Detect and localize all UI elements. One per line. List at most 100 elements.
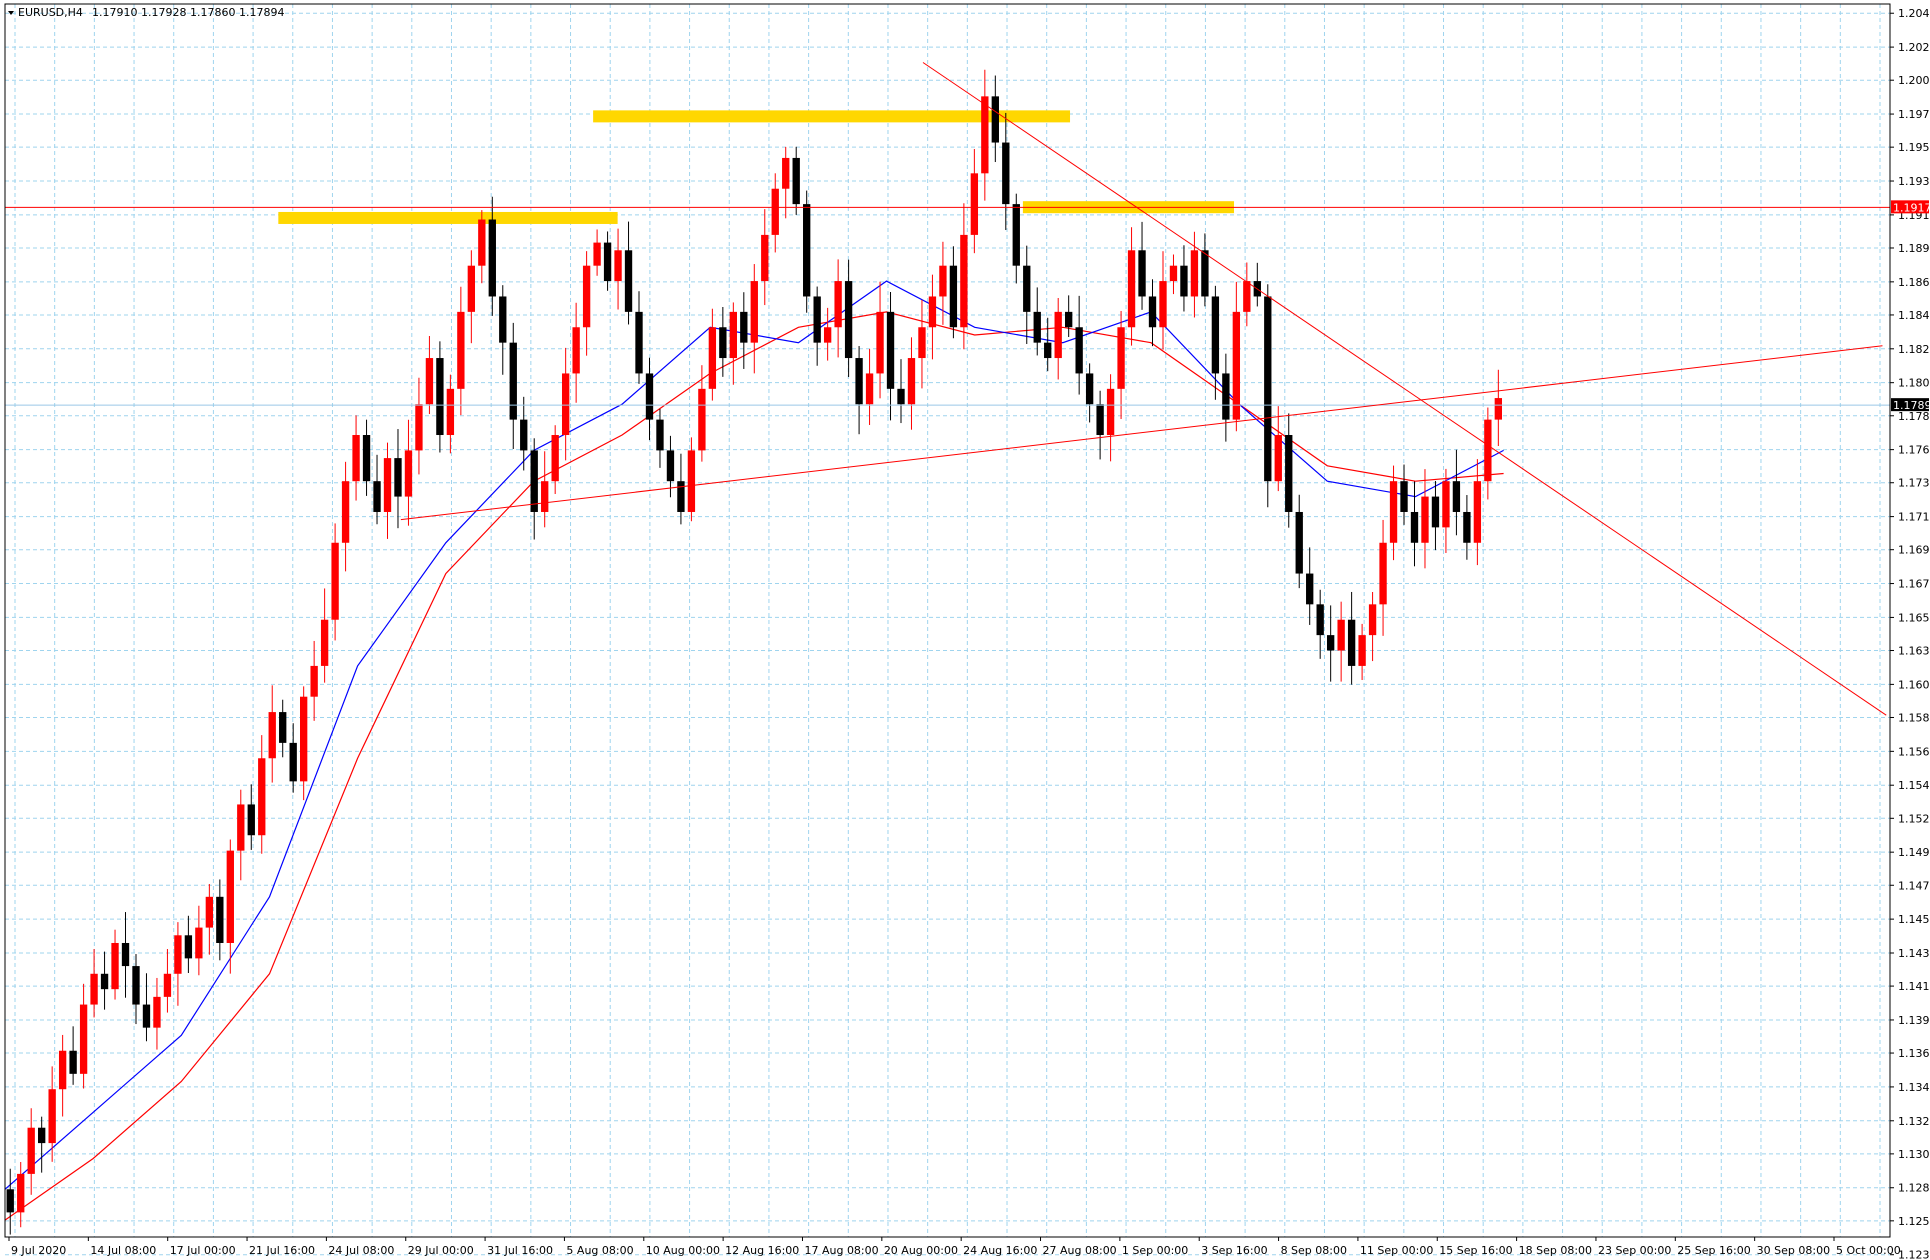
candle-body — [509, 342, 517, 420]
candle-body — [331, 542, 339, 620]
candle-body — [1410, 511, 1419, 543]
time-tick-label: 17 Jul 00:00 — [170, 1244, 236, 1257]
candle-body — [132, 966, 140, 1005]
candle-body — [1201, 250, 1209, 297]
candle-body — [237, 804, 245, 851]
candle-body — [1337, 619, 1345, 651]
candle-body — [708, 327, 717, 389]
price-tick-label: 1.13900 — [1898, 1014, 1930, 1027]
candle-body — [478, 219, 486, 266]
candle-body — [782, 157, 790, 189]
hline-price-tag-label: 1.19179 — [1893, 201, 1930, 214]
price-tick-label: 1.14775 — [1898, 879, 1930, 892]
candle-body — [1306, 573, 1314, 605]
candle-body — [1243, 281, 1251, 312]
candle-body — [1232, 311, 1241, 420]
candle-body — [530, 450, 538, 512]
price-tick-label: 1.15210 — [1898, 812, 1930, 825]
candle-body — [561, 373, 570, 436]
candle-body — [457, 311, 465, 389]
time-tick-label: 18 Sep 08:00 — [1519, 1244, 1592, 1257]
candle-body — [593, 242, 601, 266]
candle-body — [121, 942, 130, 967]
candle-body — [1358, 635, 1366, 666]
chart-canvas[interactable]: 1.20440 1.20220 1.20005 1.19785 1.19570 1.193… — [0, 0, 1930, 1260]
price-tick-label: 1.14990 — [1898, 846, 1930, 859]
candle-body — [184, 935, 193, 959]
candle-body — [1085, 373, 1094, 405]
candle-body — [1400, 481, 1408, 512]
candle-body — [865, 373, 874, 405]
candle-body — [740, 311, 748, 343]
candle-body — [195, 927, 203, 959]
candle-body — [163, 973, 172, 997]
candle-body — [1421, 496, 1429, 543]
time-tick-label: 25 Sep 16:00 — [1677, 1244, 1750, 1257]
candle-body — [551, 435, 559, 482]
candle-body — [216, 896, 224, 943]
candle-body — [1326, 635, 1335, 651]
time-tick-label: 20 Aug 00:00 — [884, 1244, 958, 1257]
candle-body — [1075, 327, 1083, 374]
price-tick-label: 1.19570 — [1898, 141, 1930, 154]
candle-body — [761, 234, 769, 282]
candle-body — [834, 281, 842, 328]
chart-header: EURUSD,H4 1.17910 1.17928 1.17860 1.1789… — [8, 6, 284, 19]
candle-body — [1379, 542, 1387, 605]
candle-body — [436, 358, 444, 436]
candle-body — [1494, 398, 1503, 420]
price-tick-label: 1.12810 — [1898, 1182, 1930, 1195]
candle-body — [855, 358, 863, 405]
candle-body — [48, 1089, 56, 1144]
candle-body — [687, 450, 696, 512]
candle-body — [499, 296, 507, 343]
candle-body — [1044, 342, 1052, 359]
time-tick-label: 12 Aug 16:00 — [725, 1244, 799, 1257]
candle-body — [341, 481, 350, 543]
candle-body — [897, 388, 905, 405]
price-tick-label: 1.14120 — [1898, 980, 1930, 993]
candle-body — [603, 242, 612, 282]
candle-body — [1096, 404, 1104, 436]
price-tick-label: 1.20220 — [1898, 41, 1930, 54]
candle-body — [38, 1127, 46, 1144]
candle-body — [425, 358, 434, 405]
candle-body — [813, 296, 821, 343]
price-tick-label: 1.16515 — [1898, 611, 1930, 624]
price-tick-label: 1.15865 — [1898, 711, 1930, 724]
candle-body — [352, 435, 360, 482]
time-tick-label: 5 Oct 00:00 — [1836, 1244, 1901, 1257]
price-tick-label: 1.20005 — [1898, 74, 1930, 87]
candle-body — [981, 96, 989, 174]
candle-body — [729, 311, 737, 359]
candle-body — [949, 265, 958, 328]
time-tick-label: 9 Jul 2020 — [11, 1244, 66, 1257]
time-tick-label: 11 Sep 00:00 — [1360, 1244, 1433, 1257]
price-tick-label: 1.17605 — [1898, 444, 1930, 457]
price-tick-label: 1.14555 — [1898, 913, 1930, 926]
candle-body — [991, 96, 999, 143]
candle-body — [383, 458, 392, 512]
candle-body — [467, 265, 476, 312]
candle-body — [907, 358, 916, 405]
candle-body — [1180, 265, 1188, 297]
candle-body — [1285, 435, 1293, 512]
candle-body — [666, 450, 675, 482]
time-tick-label: 10 Aug 00:00 — [646, 1244, 720, 1257]
candle-body — [1138, 250, 1146, 297]
time-tick-label: 15 Sep 16:00 — [1439, 1244, 1512, 1257]
candle-body — [876, 311, 884, 374]
price-tick-label: 1.15645 — [1898, 745, 1930, 758]
candle-body — [750, 281, 758, 343]
time-tick-label: 27 Aug 08:00 — [1043, 1244, 1117, 1257]
price-tick-label: 1.12595 — [1898, 1215, 1930, 1228]
candle-body — [79, 1004, 88, 1074]
candle-body — [1274, 435, 1282, 482]
candle-body — [1431, 496, 1440, 528]
candle-body — [970, 173, 979, 235]
time-tick-label: 5 Aug 08:00 — [566, 1244, 633, 1257]
candle-body — [939, 265, 947, 297]
candle-body — [279, 712, 287, 743]
candle-body — [17, 1173, 25, 1213]
candle-body — [582, 265, 591, 328]
